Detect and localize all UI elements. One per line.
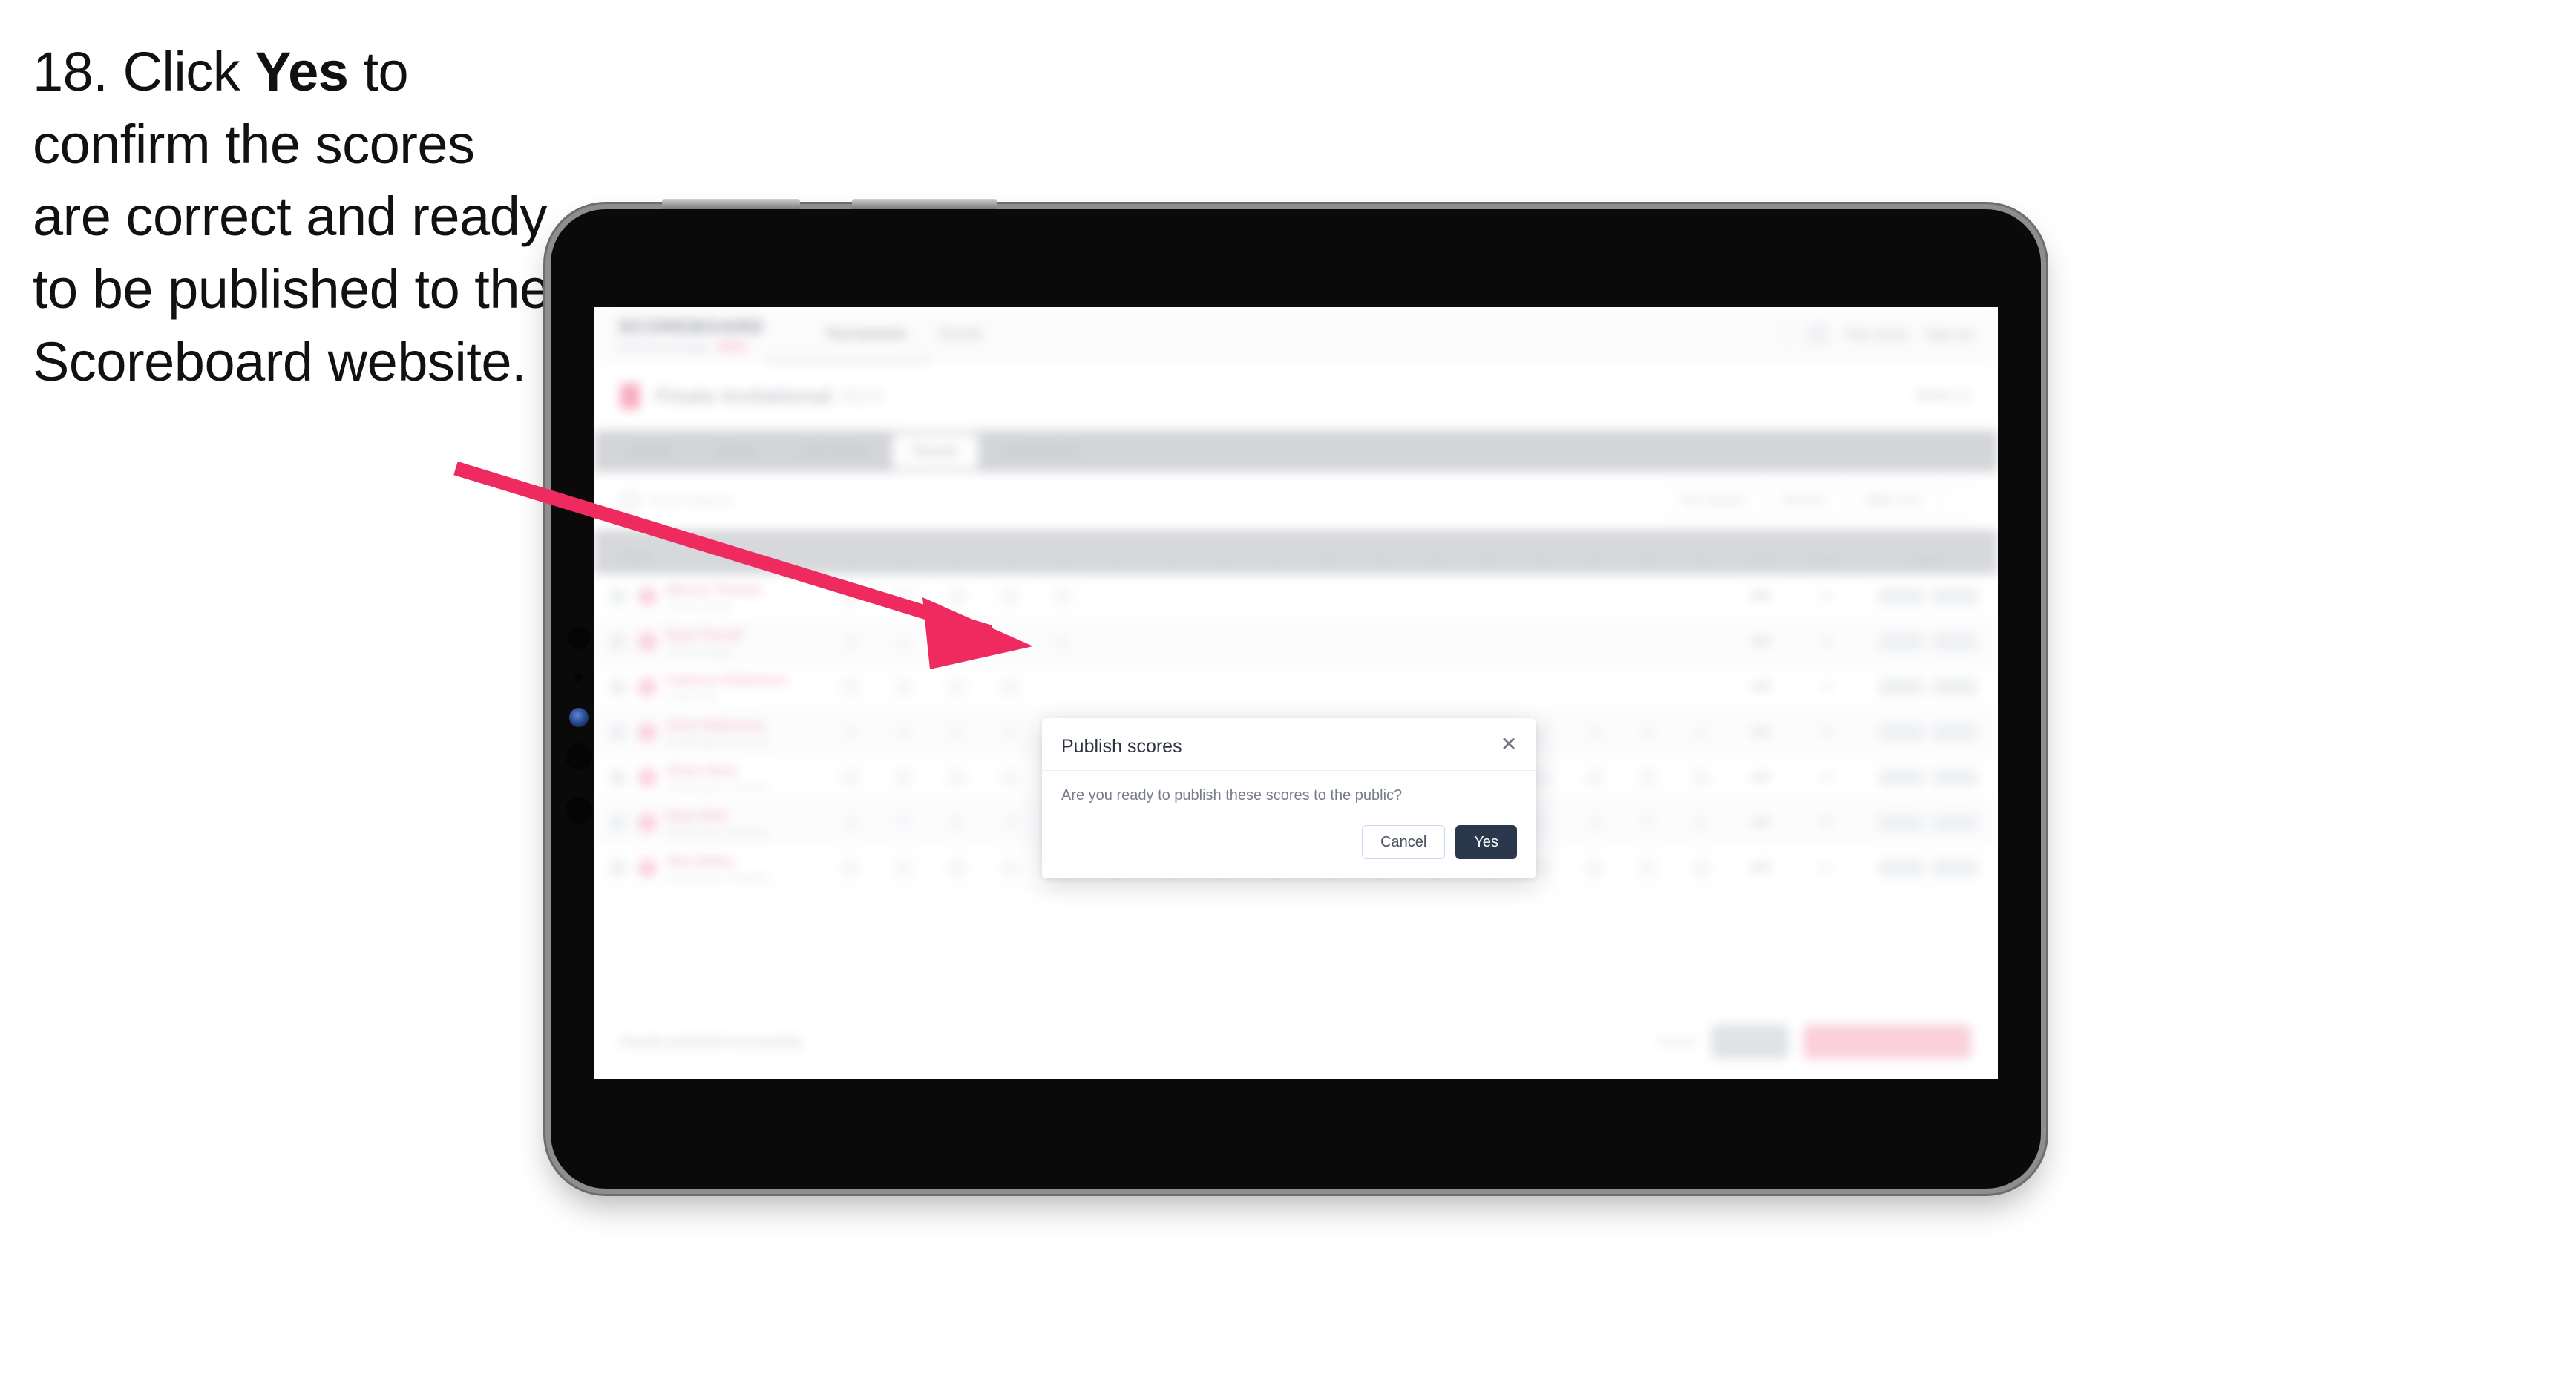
sensor-icon xyxy=(574,673,583,682)
tablet-device: SCOREBOARD powered by dartsapp BETA Tour… xyxy=(551,199,2041,1189)
instruction-pre: Click xyxy=(122,41,240,102)
instruction-emphasis: Yes xyxy=(255,41,349,102)
dialog-header: Publish scores ✕ xyxy=(1042,718,1536,771)
instruction-number: 18. xyxy=(33,41,108,102)
status-led-icon xyxy=(569,708,589,727)
dialog-title: Publish scores xyxy=(1061,736,1182,757)
dialog-footer: Cancel Yes xyxy=(1042,810,1536,878)
tablet-screen: SCOREBOARD powered by dartsapp BETA Tour… xyxy=(594,307,1998,1079)
front-camera-icon xyxy=(566,625,592,651)
volume-down-button[interactable] xyxy=(852,199,997,209)
modal-scrim xyxy=(594,307,1998,1079)
close-icon[interactable]: ✕ xyxy=(1498,733,1520,755)
cancel-button[interactable]: Cancel xyxy=(1362,825,1446,859)
dialog-body: Are you ready to publish these scores to… xyxy=(1042,771,1536,810)
yes-button[interactable]: Yes xyxy=(1455,825,1517,859)
camera-secondary-icon xyxy=(566,743,592,770)
volume-up-button[interactable] xyxy=(662,199,800,209)
instruction-text: 18. Click Yes to confirm the scores are … xyxy=(33,36,567,398)
dialog-message: Are you ready to publish these scores to… xyxy=(1061,787,1403,804)
publish-scores-dialog: Publish scores ✕ Are you ready to publis… xyxy=(1042,718,1536,878)
camera-tertiary-icon xyxy=(566,797,592,824)
